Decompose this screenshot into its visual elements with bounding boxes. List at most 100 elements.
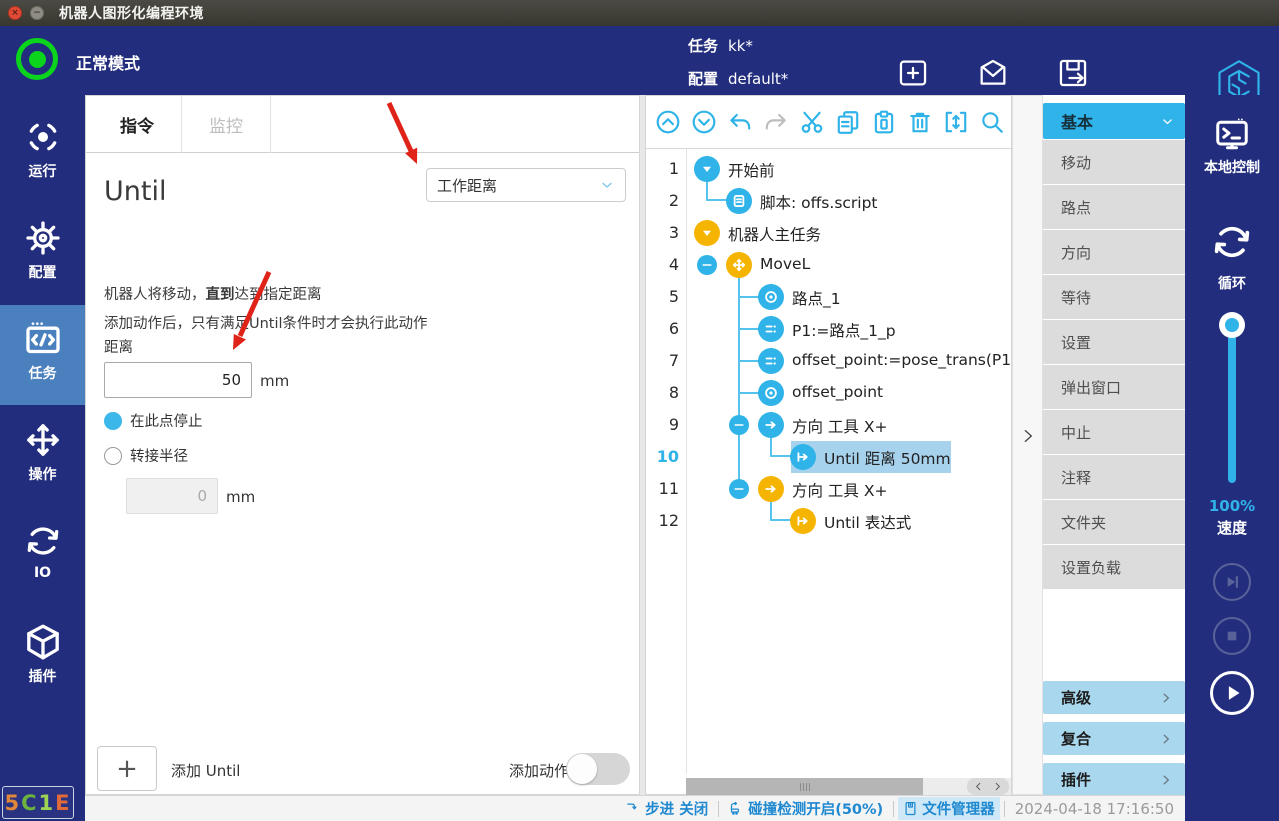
tree-connector — [706, 182, 708, 200]
tree-row[interactable]: MoveL — [760, 255, 810, 273]
description-line1: 机器人将移动，直到达到指定距离 — [104, 283, 322, 304]
speed-slider[interactable] — [1228, 317, 1236, 483]
tree-row[interactable]: Until 表达式 — [824, 511, 911, 533]
play-button[interactable] — [1210, 671, 1254, 715]
stop-at-point-radio[interactable]: 在此点停止 — [104, 410, 203, 431]
sidebar-item-io[interactable]: IO — [0, 507, 85, 607]
status-item-0[interactable]: 步进 关闭 — [620, 798, 714, 819]
tree-row[interactable]: offset_point — [792, 383, 883, 401]
cut-button[interactable] — [799, 109, 825, 135]
command-group-label: 复合 — [1061, 728, 1091, 749]
mode-label: 正常模式 — [76, 50, 140, 74]
until-type-dropdown[interactable]: 工作距离 — [426, 168, 626, 202]
command-item-3[interactable]: 等待 — [1043, 275, 1185, 319]
tree-row[interactable]: 机器人主任务 — [728, 223, 821, 245]
status-item-1[interactable]: 碰撞检测开启(50%) — [723, 798, 889, 819]
command-item-label: 弹出窗口 — [1061, 377, 1121, 398]
tree-row[interactable]: 方向 工具 X+ — [792, 479, 887, 501]
scrollbar-thumb[interactable] — [686, 778, 923, 795]
add-until-button[interactable]: + — [97, 746, 157, 791]
category-basic-label: 基本 — [1061, 109, 1093, 133]
command-item-9[interactable]: 设置负载 — [1043, 545, 1185, 589]
waypoint-node-icon — [758, 380, 784, 406]
minus-node-icon[interactable] — [729, 479, 749, 499]
tab-instruction[interactable]: 指令 — [93, 96, 182, 153]
tree-row[interactable]: 路点_1 — [792, 287, 841, 309]
command-group-0[interactable]: 高级 — [1043, 681, 1185, 714]
command-group-label: 插件 — [1061, 769, 1091, 790]
command-group-1[interactable]: 复合 — [1043, 722, 1185, 755]
command-item-0[interactable]: 移动 — [1043, 140, 1185, 184]
config-value: default* — [728, 70, 788, 88]
command-item-1[interactable]: 路点 — [1043, 185, 1185, 229]
local-control-icon[interactable] — [1212, 117, 1252, 153]
fit-button[interactable] — [943, 109, 969, 135]
tree-connector — [770, 519, 792, 521]
horizontal-scrollbar[interactable] — [686, 778, 1011, 795]
panel-collapse-strip[interactable] — [1012, 95, 1043, 795]
paste-button[interactable] — [871, 109, 897, 135]
sidebar-item-config[interactable]: 配置 — [0, 204, 85, 304]
window-titlebar: × − 机器人图形化编程环境 — [0, 0, 1279, 26]
command-item-label: 文件夹 — [1061, 512, 1106, 533]
command-item-label: 设置负载 — [1061, 557, 1121, 578]
undo-button[interactable] — [727, 109, 753, 135]
expand-all-button[interactable] — [691, 109, 717, 135]
copy-button[interactable] — [835, 109, 861, 135]
cut-icon — [799, 109, 825, 135]
line-number: 3 — [646, 223, 679, 242]
search-button[interactable] — [979, 109, 1005, 135]
blend-radius-radio[interactable]: 转接半径 — [104, 445, 188, 466]
minimize-icon[interactable]: − — [30, 6, 44, 20]
sidebar-item-label: 操作 — [0, 464, 85, 484]
command-item-4[interactable]: 设置 — [1043, 320, 1185, 364]
command-group-2[interactable]: 插件 — [1043, 763, 1185, 796]
sidebar-item-run[interactable]: 运行 — [0, 103, 85, 203]
collapse-all-button[interactable] — [655, 109, 681, 135]
command-item-2[interactable]: 方向 — [1043, 230, 1185, 274]
search-icon — [979, 109, 1005, 135]
add-action-toggle[interactable] — [566, 753, 630, 785]
command-item-6[interactable]: 中止 — [1043, 410, 1185, 454]
tri-node-icon — [694, 220, 720, 246]
command-item-5[interactable]: 弹出窗口 — [1043, 365, 1185, 409]
minus-node-icon[interactable] — [697, 255, 717, 275]
sidebar-item-label: IO — [0, 565, 85, 581]
paste-icon — [871, 109, 897, 135]
line-number: 4 — [646, 255, 679, 274]
toggle-knob — [567, 754, 597, 784]
speed-slider-knob[interactable] — [1219, 312, 1245, 338]
loop-icon[interactable] — [1210, 220, 1254, 264]
move-node-icon — [726, 252, 752, 278]
play-icon — [1217, 678, 1247, 708]
status-item-2[interactable]: 文件管理器 — [898, 797, 1000, 820]
command-item-7[interactable]: 注释 — [1043, 455, 1185, 499]
sidebar-item-operate[interactable]: 操作 — [0, 406, 85, 506]
distance-input[interactable] — [104, 362, 252, 398]
chevron-down-icon — [599, 177, 615, 193]
tab-monitor[interactable]: 监控 — [182, 96, 271, 153]
close-icon[interactable]: × — [8, 6, 22, 20]
task-value: kk* — [728, 37, 753, 55]
delete-button[interactable] — [907, 109, 933, 135]
radio-selected-icon — [104, 412, 122, 430]
sidebar-item-task[interactable]: 任务 — [0, 305, 85, 405]
chevron-right-icon[interactable] — [1020, 426, 1036, 446]
io-arrows-icon — [23, 521, 63, 561]
minus-node-icon[interactable] — [729, 415, 749, 435]
stop-icon — [1219, 623, 1245, 649]
command-item-8[interactable]: 文件夹 — [1043, 500, 1185, 544]
status-item-label: 碰撞检测开启(50%) — [748, 798, 883, 819]
scroll-right-icon — [992, 781, 1003, 792]
sidebar-item-plugin[interactable]: 插件 — [0, 608, 85, 708]
tree-row[interactable]: 脚本: offs.script — [760, 191, 878, 213]
badge-char: 1 — [39, 791, 56, 815]
tree-row[interactable]: 开始前 — [728, 159, 775, 181]
tree-row[interactable]: P1:=路点_1_p — [792, 319, 896, 341]
window-title: 机器人图形化编程环境 — [59, 3, 204, 23]
tree-row[interactable]: 方向 工具 X+ — [792, 415, 887, 437]
tree-row[interactable]: Until 距离 50mm — [824, 447, 951, 469]
line-number: 1 — [646, 159, 679, 178]
scrollbar-arrows[interactable] — [967, 778, 1009, 795]
category-basic-header[interactable]: 基本 — [1043, 103, 1185, 139]
